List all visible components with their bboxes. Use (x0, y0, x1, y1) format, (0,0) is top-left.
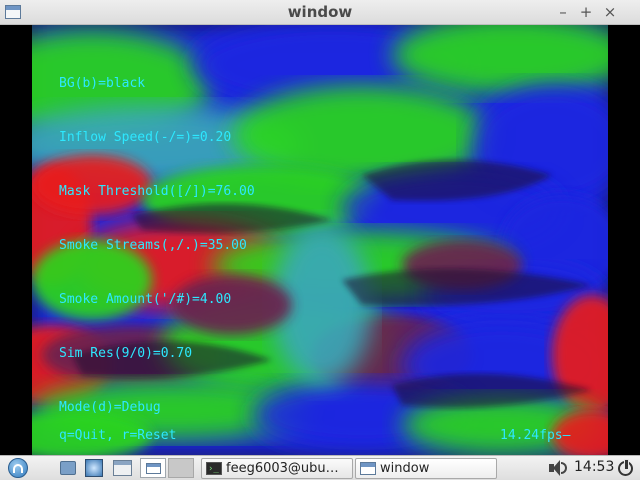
taskbar-item-terminal[interactable]: feeg6003@ubu… (201, 458, 353, 479)
fluid-simulation-canvas[interactable]: BG(b)=black Inflow Speed(-/=)=0.20 Mask … (32, 25, 608, 455)
volume-icon[interactable] (548, 459, 567, 477)
maximize-button[interactable]: + (576, 2, 596, 22)
power-icon[interactable] (616, 458, 636, 478)
taskbar: feeg6003@ubu… window 14:53 (0, 455, 640, 480)
window-icon (360, 462, 376, 475)
taskbar-item-label: window (380, 461, 430, 476)
taskbar-item-window[interactable]: window (355, 458, 497, 479)
hud-line-mask-threshold: Mask Threshold([/])=76.00 (59, 184, 255, 199)
close-button[interactable]: × (600, 2, 620, 22)
desktop-1-button[interactable] (140, 458, 166, 478)
window-title: window (287, 3, 353, 21)
start-menu-icon[interactable] (4, 456, 36, 480)
terminal-app-icon[interactable] (112, 458, 132, 478)
taskbar-item-label: feeg6003@ubu… (226, 461, 339, 476)
hud-line-sim-res: Sim Res(9/0)=0.70 (59, 346, 193, 361)
file-manager-icon[interactable] (58, 458, 78, 478)
hud-line-mode: Mode(d)=Debug (59, 400, 161, 415)
window-titlebar[interactable]: window – + × (0, 0, 640, 25)
hud-line-smoke-streams: Smoke Streams(,/.)=35.00 (59, 238, 247, 253)
key-hint: q=Quit, r=Reset (59, 428, 177, 443)
hud-parameters: BG(b)=black Inflow Speed(-/=)=0.20 Mask … (59, 39, 255, 453)
desktop-2-button[interactable] (168, 458, 194, 478)
browser-icon[interactable] (84, 458, 104, 478)
hud-line-smoke-amount: Smoke Amount('/#)=4.00 (59, 292, 232, 307)
hud-line-inflow-speed: Inflow Speed(-/=)=0.20 (59, 130, 232, 145)
fps-counter: 14.24fps– (500, 428, 571, 443)
clock[interactable]: 14:53 (574, 459, 614, 479)
terminal-icon (206, 460, 222, 478)
minimize-button[interactable]: – (553, 2, 573, 22)
hud-line-bg: BG(b)=black (59, 76, 146, 91)
